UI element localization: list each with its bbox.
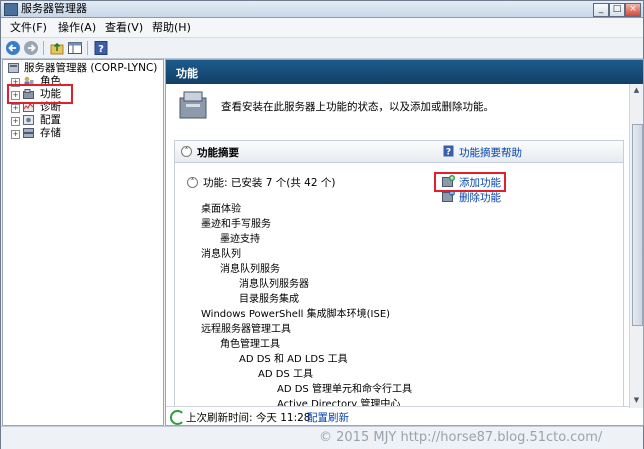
menu-view[interactable]: 查看(V) bbox=[105, 21, 143, 35]
menu-action[interactable]: 操作(A) bbox=[58, 21, 96, 35]
feature-item: 角色管理工具 bbox=[220, 339, 280, 350]
feature-item: Windows PowerShell 集成脚本环境(ISE) bbox=[201, 309, 391, 320]
feature-item: AD DS 工具 bbox=[258, 369, 313, 380]
expand-configuration-toggle[interactable]: + bbox=[11, 117, 20, 126]
help-icon[interactable]: ? bbox=[93, 40, 109, 56]
configuration-icon bbox=[23, 115, 34, 125]
expand-storage-toggle[interactable]: + bbox=[11, 130, 20, 139]
storage-icon bbox=[23, 128, 34, 138]
show-hide-tree-icon[interactable] bbox=[67, 40, 83, 56]
feature-item: 消息队列服务器 bbox=[239, 279, 309, 290]
feature-item: 桌面体验 bbox=[201, 204, 241, 215]
summary-title: 功能摘要 bbox=[197, 147, 239, 159]
features-summary-help-link[interactable]: 功能摘要帮助 bbox=[459, 145, 522, 160]
watermark: © 2015 MJY http://horse87.blog.51cto.com… bbox=[319, 430, 603, 445]
tree-root-server-manager[interactable]: 服务器管理器 (CORP-LYNC) bbox=[24, 62, 157, 75]
status-bar: © 2015 MJY http://horse87.blog.51cto.com… bbox=[1, 426, 643, 449]
feature-item: 消息队列服务 bbox=[220, 264, 280, 275]
toolbar-separator bbox=[87, 41, 88, 55]
menu-bar: 文件(F) 操作(A) 查看(V) 帮助(H) bbox=[1, 18, 643, 38]
pane-banner: 功能 bbox=[166, 60, 643, 84]
forward-arrow-icon[interactable] bbox=[23, 40, 39, 56]
minimize-button[interactable]: _ bbox=[593, 3, 609, 17]
toolbar-separator bbox=[43, 41, 44, 55]
help-icon: ? bbox=[443, 145, 454, 157]
maximize-button[interactable]: □ bbox=[609, 3, 625, 17]
refresh-status-bar: 上次刷新时间: 今天 11:28 配置刷新 bbox=[166, 406, 629, 425]
toolbar: ? bbox=[1, 38, 643, 59]
pane-title: 功能 bbox=[176, 67, 198, 80]
installed-features-count: 功能: 已安装 7 个(共 42 个) bbox=[203, 177, 336, 189]
summary-header: ˄ 功能摘要 ? 功能摘要帮助 bbox=[175, 141, 623, 163]
svg-text:?: ? bbox=[98, 44, 104, 55]
server-manager-icon bbox=[4, 3, 18, 16]
feature-item: 远程服务器管理工具 bbox=[201, 324, 291, 335]
up-folder-icon[interactable] bbox=[49, 40, 65, 56]
configure-refresh-link[interactable]: 配置刷新 bbox=[307, 410, 349, 425]
svg-text:?: ? bbox=[446, 148, 451, 158]
expand-diagnostics-toggle[interactable]: + bbox=[11, 104, 20, 113]
pane-description: 查看安装在此服务器上功能的状态，以及添加或删除功能。 bbox=[221, 101, 494, 113]
feature-item: 墨迹支持 bbox=[220, 234, 260, 245]
features-tree-highlight bbox=[7, 84, 73, 104]
last-refresh-time: 上次刷新时间: 今天 11:28 bbox=[186, 412, 311, 424]
menu-file[interactable]: 文件(F) bbox=[10, 21, 47, 35]
collapse-features-icon[interactable]: ˄ bbox=[187, 177, 198, 188]
tree-item-configuration[interactable]: 配置 bbox=[40, 114, 61, 127]
close-button[interactable]: × bbox=[625, 3, 641, 17]
add-features-highlight bbox=[434, 172, 506, 192]
scrollbar-thumb[interactable] bbox=[632, 124, 643, 326]
server-manager-icon bbox=[8, 63, 19, 73]
feature-item: 墨迹和手写服务 bbox=[201, 219, 271, 230]
scroll-up-arrow-icon[interactable]: ▲ bbox=[632, 86, 641, 95]
menu-help[interactable]: 帮助(H) bbox=[152, 21, 191, 35]
collapse-summary-icon[interactable]: ˄ bbox=[181, 146, 192, 157]
features-pane: 功能 查看安装在此服务器上功能的状态，以及添加或删除功能。 ˄ 功能摘要 ? 功… bbox=[165, 59, 644, 426]
features-box-icon bbox=[179, 91, 207, 119]
navigation-tree: 服务器管理器 (CORP-LYNC) + 角色 + 功能 + 诊断 + 配置 +… bbox=[2, 59, 164, 426]
features-summary-panel: ˄ 功能摘要 ? 功能摘要帮助 ˄ 功能: 已安装 7 个(共 42 个) 添加… bbox=[174, 140, 624, 425]
refresh-icon bbox=[170, 410, 185, 425]
remove-features-link[interactable]: 删除功能 bbox=[459, 190, 501, 205]
back-arrow-icon[interactable] bbox=[5, 40, 21, 56]
feature-item: AD DS 管理单元和命令行工具 bbox=[277, 384, 412, 395]
feature-item: 消息队列 bbox=[201, 249, 241, 260]
feature-item: AD DS 和 AD LDS 工具 bbox=[239, 354, 348, 365]
vertical-scrollbar[interactable]: ▲ ▼ bbox=[629, 84, 643, 408]
server-manager-window: 服务器管理器 _ □ × 文件(F) 操作(A) 查看(V) 帮助(H) ? 服… bbox=[0, 0, 644, 449]
feature-item: 目录服务集成 bbox=[239, 294, 299, 305]
scroll-down-arrow-icon[interactable]: ▼ bbox=[632, 396, 641, 405]
title-bar[interactable]: 服务器管理器 _ □ × bbox=[1, 1, 643, 18]
tree-item-storage[interactable]: 存储 bbox=[40, 127, 61, 140]
window-title: 服务器管理器 bbox=[21, 2, 87, 15]
